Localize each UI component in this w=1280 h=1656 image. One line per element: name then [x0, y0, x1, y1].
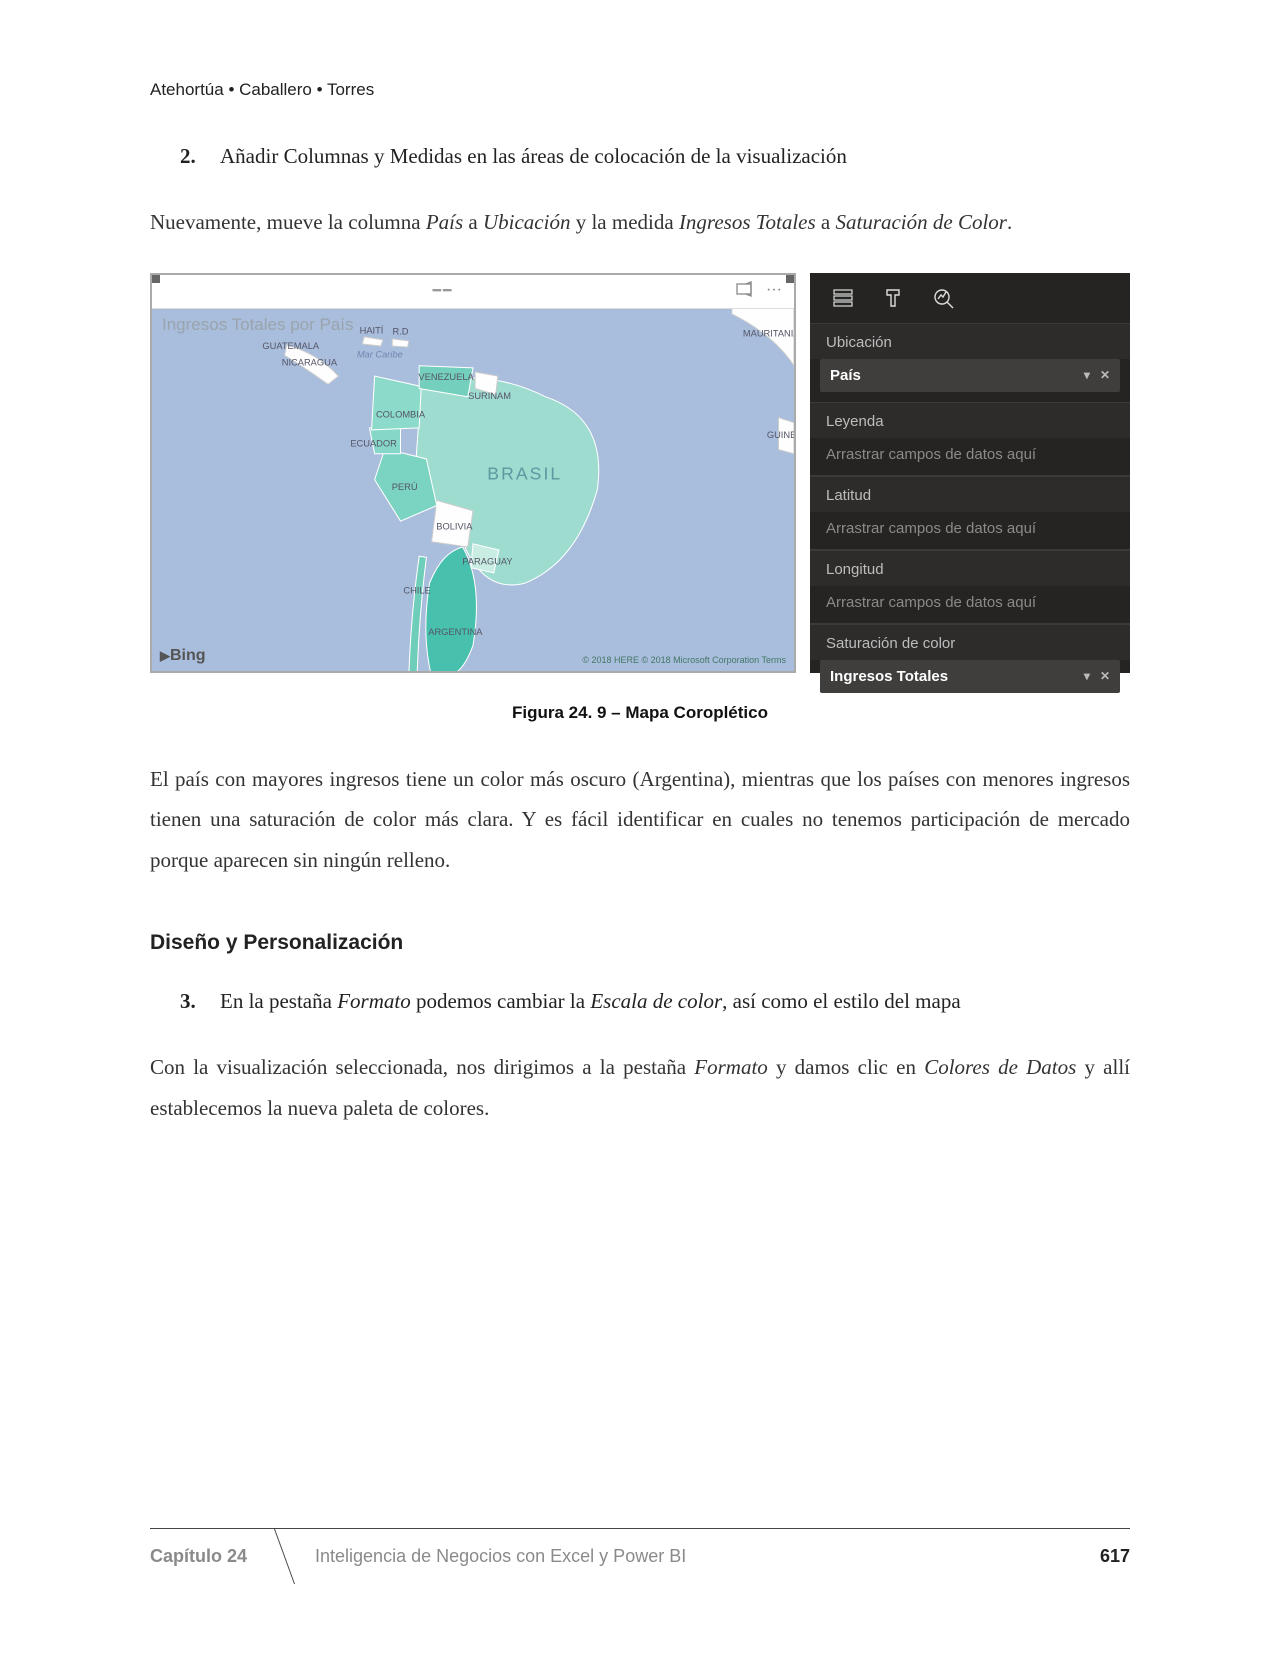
more-options-icon[interactable]: ··· — [766, 282, 782, 300]
analytics-tab-icon[interactable] — [932, 287, 954, 309]
ui-escala-color: Escala de color — [590, 989, 722, 1013]
label-ecuador: ECUADOR — [350, 438, 397, 448]
paragraph-1: Nuevamente, mueve la columna País a Ubic… — [150, 202, 1130, 243]
ui-tab-formato: Formato — [337, 989, 411, 1013]
footer-page-number: 617 — [1100, 1546, 1130, 1567]
section-heading: Diseño y Personalización — [150, 931, 1130, 955]
text: , así como el estilo del mapa — [722, 989, 961, 1013]
drop-placeholder-latitud[interactable]: Arrastrar campos de datos aquí — [810, 512, 1130, 550]
label-mauritania: MAURITANIA — [743, 328, 794, 338]
field-ingresos: Ingresos Totales — [679, 210, 816, 234]
map-attribution: © 2018 HERE © 2018 Microsoft Corporation… — [582, 655, 786, 665]
format-tab-icon[interactable] — [882, 287, 904, 309]
label-rd: R.D — [393, 326, 409, 336]
header-authors: Atehortúa • Caballero • Torres — [150, 80, 1130, 100]
bing-logo: ▶Bing — [160, 647, 206, 665]
map-canvas[interactable]: BRASIL VENEZUELA COLOMBIA ECUADOR PERÚ B… — [152, 309, 794, 671]
field-saturacion: Saturación de Color — [835, 210, 1007, 234]
label-colombia: COLOMBIA — [376, 409, 426, 419]
text: En la pestaña — [220, 989, 337, 1013]
fields-tab-icon[interactable] — [832, 287, 854, 309]
well-label-latitud: Latitud — [810, 476, 1130, 512]
text: a — [468, 210, 483, 234]
text: podemos cambiar la — [416, 989, 590, 1013]
panel-tabs — [810, 279, 1130, 323]
ui-colores-datos: Colores de Datos — [924, 1055, 1076, 1079]
label-brasil: BRASIL — [487, 463, 562, 483]
step-text: En la pestaña Formato podemos cambiar la… — [220, 985, 961, 1019]
well-label-leyenda: Leyenda — [810, 402, 1130, 438]
text: a — [821, 210, 836, 234]
resize-handle-tl[interactable] — [150, 273, 160, 283]
text: Nuevamente, mueve la columna — [150, 210, 426, 234]
page: Atehortúa • Caballero • Torres 2. Añadir… — [0, 0, 1280, 1656]
resize-handle-tr[interactable] — [786, 273, 796, 283]
label-paraguay: PARAGUAY — [462, 556, 512, 566]
powerbi-field-wells-panel: Ubicación País ▾ ✕ Leyenda Arrastrar cam… — [810, 273, 1130, 673]
label-bolivia: BOLIVIA — [436, 521, 473, 531]
step-text: Añadir Columnas y Medidas en las áreas d… — [220, 140, 847, 174]
remove-field-icon[interactable]: ✕ — [1100, 669, 1110, 683]
well-label-ubicacion: Ubicación — [810, 323, 1130, 359]
pill-label: País — [830, 367, 861, 384]
field-pill-ingresos[interactable]: Ingresos Totales ▾ ✕ — [820, 660, 1120, 693]
step-3: 3. En la pestaña Formato podemos cambiar… — [180, 985, 1130, 1019]
text: . — [1007, 210, 1012, 234]
footer-chapter: Capítulo 24 — [150, 1529, 275, 1584]
label-mar-caribe: Mar Caribe — [357, 349, 403, 359]
well-label-longitud: Longitud — [810, 550, 1130, 586]
step-number: 2. — [180, 140, 204, 174]
chevron-down-icon[interactable]: ▾ — [1084, 368, 1090, 382]
chevron-down-icon[interactable]: ▾ — [1084, 669, 1090, 683]
field-ubicacion: Ubicación — [483, 210, 570, 234]
label-chile: CHILE — [403, 585, 430, 595]
paragraph-2: El país con mayores ingresos tiene un co… — [150, 759, 1130, 882]
visual-title: Ingresos Totales por País — [162, 315, 354, 335]
label-surinam: SURINAM — [468, 390, 511, 400]
label-argentina: ARGENTINA — [428, 626, 483, 636]
label-nicaragua: NICARAGUA — [282, 357, 338, 367]
footer-book-title: Inteligencia de Negocios con Excel y Pow… — [275, 1546, 1100, 1567]
label-guinea: GUINEA — [767, 430, 794, 440]
drop-placeholder-leyenda[interactable]: Arrastrar campos de datos aquí — [810, 438, 1130, 476]
text: y la medida — [576, 210, 679, 234]
text: y damos clic en — [776, 1055, 924, 1079]
remove-field-icon[interactable]: ✕ — [1100, 368, 1110, 382]
visual-header: ━━ ··· — [152, 275, 794, 309]
focus-mode-icon[interactable] — [736, 281, 752, 302]
drag-handle[interactable]: ━━ — [164, 283, 722, 300]
ui-tab-formato: Formato — [694, 1055, 768, 1079]
powerbi-map-visual[interactable]: ━━ ··· — [150, 273, 796, 673]
well-label-saturacion: Saturación de color — [810, 624, 1130, 660]
label-guatemala: GUATEMALA — [262, 341, 319, 351]
step-number: 3. — [180, 985, 204, 1019]
label-haiti: HAITÍ — [360, 325, 384, 335]
field-pill-pais[interactable]: País ▾ ✕ — [820, 359, 1120, 392]
field-pais: País — [426, 210, 463, 234]
step-2: 2. Añadir Columnas y Medidas en las área… — [180, 140, 1130, 174]
drop-placeholder-longitud[interactable]: Arrastrar campos de datos aquí — [810, 586, 1130, 624]
pill-label: Ingresos Totales — [830, 668, 948, 685]
powerbi-figure: ━━ ··· — [150, 273, 1130, 673]
figure-caption: Figura 24. 9 – Mapa Coroplético — [150, 703, 1130, 723]
label-venezuela: VENEZUELA — [418, 372, 474, 382]
paragraph-3: Con la visualización seleccionada, nos d… — [150, 1047, 1130, 1129]
text: Con la visualización seleccionada, nos d… — [150, 1055, 694, 1079]
page-footer: Capítulo 24 Inteligencia de Negocios con… — [150, 1528, 1130, 1584]
label-peru: PERÚ — [392, 482, 418, 492]
